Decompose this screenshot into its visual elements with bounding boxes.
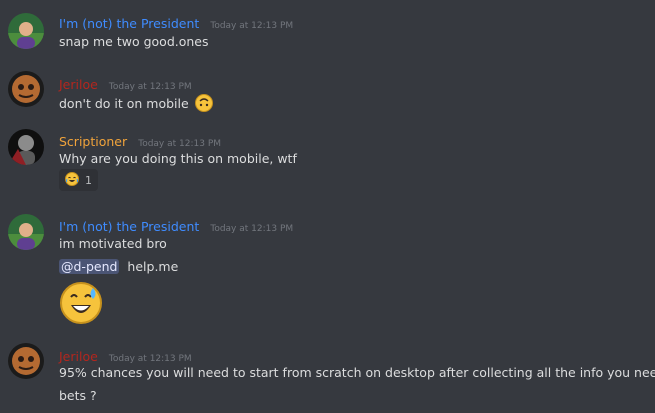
user-mention[interactable]: @d-pend: [59, 259, 120, 274]
timestamp: Today at 12:13 PM: [210, 21, 294, 31]
timestamp: Today at 12:13 PM: [210, 224, 294, 234]
joy-emoji-icon: [65, 171, 79, 189]
message-text: snap me two good.ones: [59, 34, 209, 49]
author-name[interactable]: Jeriloe: [59, 349, 98, 364]
avatar-scriptioner[interactable]: [8, 129, 44, 165]
chat-log: I'm (not) the President Today at 12:13 P…: [0, 0, 655, 413]
message-text: im motivated bro: [59, 236, 167, 251]
author-name[interactable]: Jeriloe: [59, 77, 98, 92]
message-text: Why are you doing this on mobile, wtf: [59, 151, 297, 166]
message-text: don't do it on mobile: [59, 94, 213, 115]
timestamp: Today at 12:13 PM: [138, 139, 222, 149]
sweat-smile-emoji-big: [59, 281, 103, 325]
message-text: bets ?: [59, 388, 97, 403]
reaction-count: 1: [85, 173, 92, 187]
timestamp: Today at 12:13 PM: [108, 82, 192, 92]
author-name[interactable]: I'm (not) the President: [59, 219, 199, 234]
upside-down-face-emoji: [194, 94, 213, 115]
avatar-jeriloe[interactable]: [8, 343, 44, 379]
message-text: 95% chances you will need to start from …: [59, 365, 655, 380]
message-text: @d-pend help.me: [59, 259, 178, 274]
timestamp: Today at 12:13 PM: [108, 354, 192, 364]
author-name[interactable]: Scriptioner: [59, 134, 127, 149]
message-text-span: don't do it on mobile: [59, 96, 189, 111]
message-text-span: help.me: [127, 259, 179, 274]
avatar-jeriloe[interactable]: [8, 71, 44, 107]
reaction-joy[interactable]: 1: [59, 169, 98, 191]
avatar-president[interactable]: [8, 214, 44, 250]
avatar-president[interactable]: [8, 13, 44, 49]
author-name[interactable]: I'm (not) the President: [59, 16, 199, 31]
